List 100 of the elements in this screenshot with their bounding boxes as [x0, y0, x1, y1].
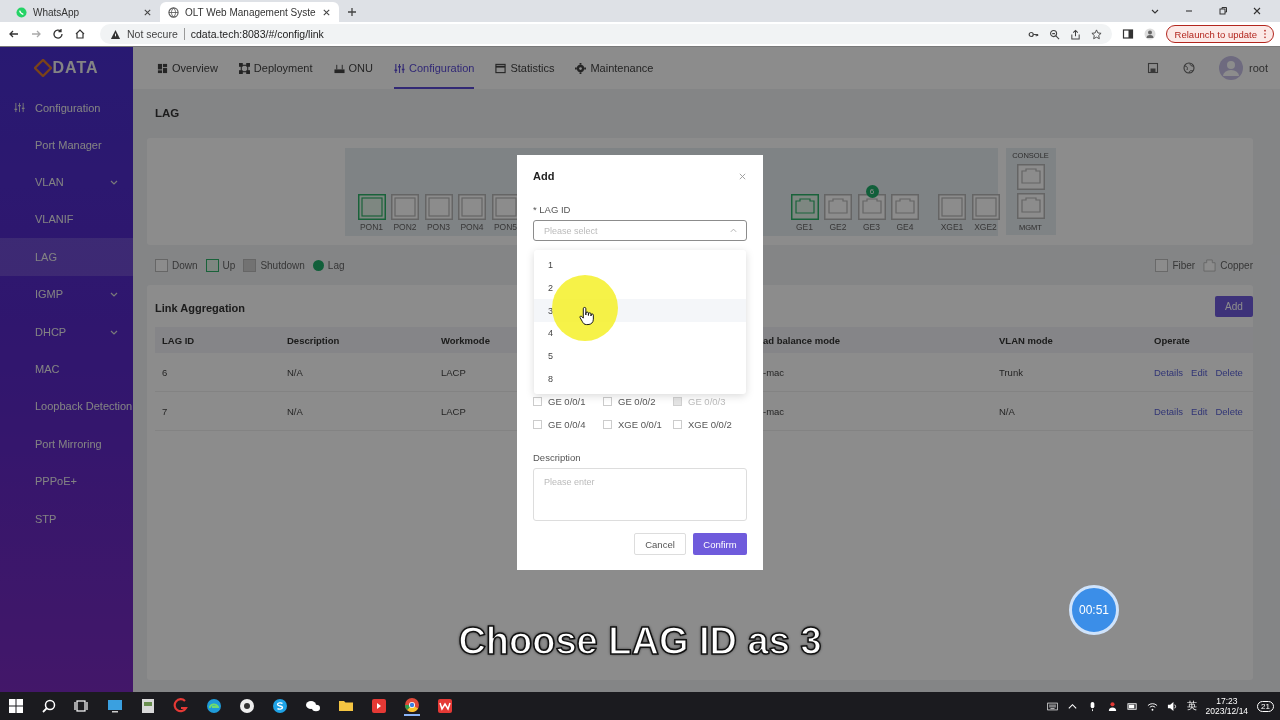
action-link[interactable]: Delete: [1215, 405, 1243, 417]
nav-tab[interactable]: ONU: [333, 47, 373, 89]
table-cell-text: N/A: [998, 405, 1016, 417]
screen-recorder-icon[interactable]: [371, 698, 387, 714]
save-icon[interactable]: [1147, 62, 1160, 74]
windows-start-icon[interactable]: [8, 698, 24, 714]
username[interactable]: root: [1249, 62, 1268, 74]
nav-tab[interactable]: Configuration: [394, 47, 475, 89]
sidebar-item[interactable]: VLANIF: [0, 200, 133, 239]
checkbox[interactable]: [603, 397, 612, 406]
office-app-icon[interactable]: [437, 698, 453, 714]
checkbox-label: XGE 0/0/1: [618, 419, 662, 430]
share-icon[interactable]: [1069, 28, 1081, 40]
reload-icon[interactable]: [52, 28, 64, 40]
description-field[interactable]: Please enter: [533, 468, 747, 521]
restore-icon[interactable]: [1218, 6, 1228, 16]
fiber-port-icon[interactable]: [491, 193, 520, 220]
browser-tab[interactable]: OLT Web Management Syste: [160, 2, 339, 22]
legend-label: Fiber: [1172, 259, 1196, 271]
dropdown-option[interactable]: 1: [534, 254, 746, 277]
checkbox[interactable]: [533, 397, 542, 406]
monitor-icon[interactable]: [107, 698, 123, 714]
action-link[interactable]: Delete: [1215, 366, 1243, 378]
task-view-icon[interactable]: [74, 698, 90, 714]
dropdown-option[interactable]: 8: [534, 367, 746, 391]
legend-label: Copper: [1220, 259, 1253, 271]
sidebar-item[interactable]: VLAN: [0, 163, 133, 201]
action-link[interactable]: Details: [1154, 366, 1184, 378]
action-link[interactable]: Edit: [1191, 366, 1208, 378]
sidebar-item[interactable]: MAC: [0, 350, 133, 388]
close-icon[interactable]: [321, 7, 331, 17]
address-field[interactable]: Not secure cdata.tech:8083/#/config/link: [100, 24, 1112, 44]
zoom-icon[interactable]: [1048, 28, 1060, 40]
port-label: GE3: [863, 222, 880, 232]
sidebar-item[interactable]: IGMP: [0, 275, 133, 313]
nav-tab[interactable]: Statistics: [495, 47, 555, 89]
warning-icon: [110, 28, 121, 40]
globe-icon[interactable]: [1183, 62, 1196, 74]
star-icon[interactable]: [1090, 28, 1102, 40]
browser-tab[interactable]: WhatsApp: [8, 2, 160, 22]
profile-icon[interactable]: [1143, 28, 1156, 40]
sidebar-item[interactable]: STP: [0, 499, 133, 538]
battery-icon[interactable]: [1126, 700, 1138, 712]
port-label: GE2: [829, 222, 847, 232]
action-link[interactable]: Edit: [1191, 405, 1208, 417]
checkbox[interactable]: [533, 420, 542, 429]
window-icon: [495, 62, 507, 74]
sidebar-section[interactable]: Configuration: [0, 89, 133, 126]
add-button[interactable]: Add: [1215, 295, 1253, 317]
back-icon[interactable]: [8, 28, 20, 40]
dropdown-option[interactable]: 2: [534, 276, 746, 300]
chat-icon[interactable]: [305, 698, 321, 714]
checkbox[interactable]: [673, 420, 682, 429]
person-icon[interactable]: [1106, 700, 1118, 712]
checkbox-label: GE 0/0/4: [548, 419, 586, 430]
dropdown-option[interactable]: 5: [534, 344, 746, 368]
port-label: PON1: [359, 222, 384, 232]
wifi-icon[interactable]: [1146, 700, 1158, 712]
keyboard-icon[interactable]: [1046, 700, 1058, 712]
field-label: Description: [533, 452, 582, 463]
checkbox[interactable]: [603, 420, 612, 429]
sidebar-item[interactable]: DHCP: [0, 312, 133, 351]
confirm-button[interactable]: Confirm: [693, 533, 747, 555]
swirl-icon[interactable]: [173, 698, 189, 714]
document-icon[interactable]: [140, 698, 156, 714]
close-icon[interactable]: [1252, 6, 1262, 16]
sidebar-item[interactable]: Loopback Detection: [0, 387, 133, 426]
lag-badge: 6: [865, 184, 879, 198]
close-icon[interactable]: [143, 7, 152, 17]
relaunch-button[interactable]: Relaunch to update: [1165, 25, 1274, 43]
skype-icon[interactable]: [272, 698, 288, 714]
cancel-button[interactable]: Cancel: [634, 533, 686, 555]
more-icon[interactable]: [1263, 29, 1267, 39]
side-panel-icon[interactable]: [1121, 28, 1134, 40]
home-icon[interactable]: [74, 28, 86, 40]
table-cell-text: LACP: [440, 405, 467, 417]
dialog-title: Add: [533, 170, 555, 182]
new-tab-icon[interactable]: [346, 7, 357, 17]
sidebar-item[interactable]: Port Mirroring: [0, 425, 133, 463]
sidebar-item[interactable]: Port Manager: [0, 126, 133, 164]
video-caption: Choose LAG ID as 3: [457, 620, 823, 663]
input-method-indicator[interactable]: 英: [1186, 699, 1197, 713]
clock[interactable]: 17:23 2023/12/14: [1205, 696, 1249, 716]
port-label: PON5: [493, 222, 518, 232]
search-icon[interactable]: [41, 698, 57, 714]
action-link[interactable]: Details: [1154, 405, 1184, 417]
nav-tab[interactable]: Deployment: [238, 47, 313, 89]
dropdown-option[interactable]: 4: [534, 322, 746, 345]
table-cell-text: -mac: [762, 366, 786, 378]
sidebar-item[interactable]: PPPoE+: [0, 462, 133, 500]
edge-browser-icon[interactable]: [206, 698, 222, 714]
port-label: PON2: [393, 222, 417, 232]
nav-tab[interactable]: Maintenance: [575, 47, 654, 89]
speaker-icon[interactable]: [1166, 700, 1178, 712]
folder-icon[interactable]: [338, 698, 354, 714]
chrome-icon[interactable]: [404, 696, 420, 716]
nav-tab[interactable]: Overview: [157, 47, 218, 89]
grid-icon: [157, 62, 168, 74]
circle-app-icon[interactable]: [239, 698, 255, 714]
column-header: Description: [286, 334, 341, 346]
